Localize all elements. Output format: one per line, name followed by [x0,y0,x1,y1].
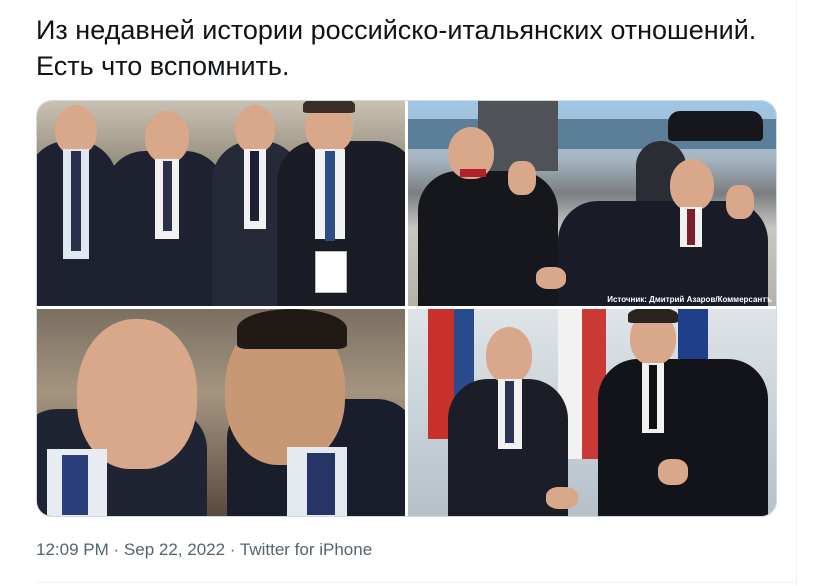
photo-caption: Источник: Дмитрий Азаров/Коммерсантъ [607,295,772,304]
media-grid[interactable]: Источник: Дмитрий Азаров/Коммерсантъ [36,100,777,517]
person-face [55,105,97,155]
badge [315,251,347,293]
person-tie [325,151,335,241]
person-face [486,327,532,383]
person-tie [250,151,259,221]
tweet-time-link[interactable]: 12:09 PM · Sep 22, 2022 [36,540,225,559]
person-hair [628,309,678,323]
tweet-time: 12:09 PM [36,540,109,559]
person-tie [71,151,81,251]
photo-4[interactable] [408,309,776,516]
person-figure [598,359,768,516]
hand [508,161,536,195]
tweet-source: Twitter for iPhone [239,540,373,559]
separator: · [229,540,236,559]
hand [658,459,688,485]
handshake [536,267,566,289]
photo-1[interactable] [37,101,405,306]
person-face [77,319,197,469]
tweet-text: Из недавней истории российско-итальянски… [36,15,757,81]
tweet-date: Sep 22, 2022 [123,540,226,559]
scarf [460,169,486,177]
tweet-meta: 12:09 PM · Sep 22, 2022 · Twitter for iP… [36,538,372,562]
person-hair [237,309,347,349]
hand [726,185,754,219]
person-tie [649,365,657,429]
person-face [670,159,714,211]
person-tie [163,161,172,231]
separator: · [113,540,120,559]
person-tie [687,209,695,245]
person-face [145,111,189,163]
person-tie [62,455,88,515]
car [668,111,763,141]
photo-3[interactable] [37,309,405,516]
person-tie [505,381,514,443]
person-figure [418,171,558,306]
person-face [235,105,275,153]
right-border [796,0,797,586]
divider [36,582,796,583]
handshake [546,487,578,509]
person-hair [303,101,355,113]
person-tie [307,453,335,515]
photo-2[interactable]: Источник: Дмитрий Азаров/Коммерсантъ [408,101,776,306]
